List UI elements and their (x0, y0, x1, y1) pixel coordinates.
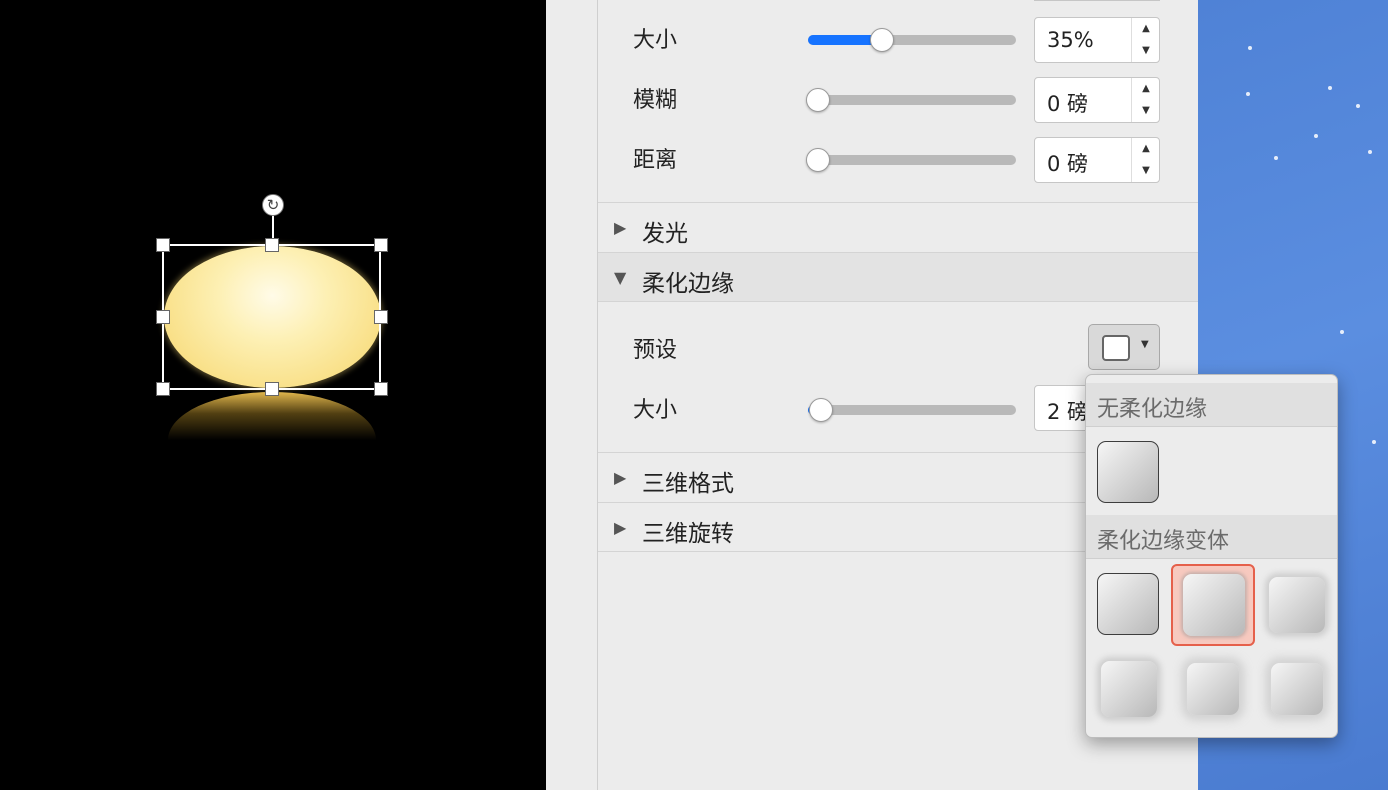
resize-handle-top-right[interactable] (374, 238, 388, 252)
shadow-distance-label: 距离 (633, 148, 678, 173)
preset-variation-2-selected[interactable] (1171, 564, 1255, 646)
section-3d-rotation-label: 三维旋转 (642, 521, 734, 547)
soft-edges-popup: 无柔化边缘 柔化边缘变体 (1085, 374, 1338, 738)
preset-variation-2[interactable] (1183, 574, 1245, 636)
shape-reflection (168, 392, 376, 440)
shadow-blur-slider-knob[interactable] (806, 88, 830, 112)
section-soft-edges-label: 柔化边缘 (642, 271, 734, 297)
slide-canvas[interactable]: ↻ (0, 0, 546, 790)
section-glow-label: 发光 (642, 221, 688, 247)
soft-edges-size-slider-knob[interactable] (809, 398, 833, 422)
shadow-size-slider-knob[interactable] (870, 28, 894, 52)
shadow-blur-slider[interactable] (806, 88, 1016, 112)
chevron-down-icon: ▼ (1141, 339, 1149, 350)
popup-header-variations: 柔化边缘变体 (1086, 515, 1337, 559)
inspector-rail (546, 0, 598, 790)
decrement-arrow-icon[interactable]: ▼ (1132, 160, 1160, 182)
shadow-size-value[interactable]: 35% (1047, 28, 1094, 52)
preset-variation-6[interactable] (1271, 663, 1323, 715)
soft-edges-size-value[interactable]: 2 磅 (1047, 396, 1088, 426)
shadow-distance-slider-knob[interactable] (806, 148, 830, 172)
rotate-icon[interactable]: ↻ (262, 194, 284, 216)
resize-handle-right[interactable] (374, 310, 388, 324)
soft-edges-size-label: 大小 (633, 398, 678, 423)
increment-arrow-icon[interactable]: ▲ (1132, 138, 1160, 160)
soft-edges-preset-button[interactable]: ▼ (1088, 324, 1160, 370)
shadow-blur-label: 模糊 (633, 88, 678, 113)
soft-edges-size-slider[interactable] (808, 398, 1016, 422)
section-3d-format-label: 三维格式 (642, 471, 734, 497)
shadow-distance-stepper-arrows[interactable]: ▲ ▼ (1131, 138, 1159, 182)
preset-no-soft-edges[interactable] (1097, 441, 1159, 503)
stepper-cutoff (1034, 0, 1160, 1)
resize-handle-left[interactable] (156, 310, 170, 324)
shadow-distance-slider[interactable] (806, 148, 1016, 172)
shadow-distance-stepper[interactable]: 0 磅 ▲ ▼ (1034, 137, 1160, 183)
shadow-blur-stepper-arrows[interactable]: ▲ ▼ (1131, 78, 1159, 122)
shadow-size-slider[interactable] (808, 28, 1016, 52)
disclosure-right-icon[interactable]: ▶ (614, 518, 626, 537)
preset-variation-4[interactable] (1101, 661, 1157, 717)
popup-header-no-soft-edges: 无柔化边缘 (1086, 383, 1337, 427)
resize-handle-top[interactable] (265, 238, 279, 252)
shadow-size-label: 大小 (633, 28, 678, 53)
disclosure-right-icon[interactable]: ▶ (614, 468, 626, 487)
increment-arrow-icon[interactable]: ▲ (1132, 18, 1160, 40)
shadow-distance-value[interactable]: 0 磅 (1047, 148, 1088, 178)
increment-arrow-icon[interactable]: ▲ (1132, 78, 1160, 100)
resize-handle-bottom[interactable] (265, 382, 279, 396)
preset-label: 预设 (633, 338, 678, 363)
preset-variation-5[interactable] (1187, 663, 1239, 715)
preset-variation-1[interactable] (1097, 573, 1159, 635)
disclosure-right-icon[interactable]: ▶ (614, 218, 626, 237)
selection-box (162, 244, 381, 390)
preset-swatch-icon (1102, 335, 1130, 361)
resize-handle-top-left[interactable] (156, 238, 170, 252)
decrement-arrow-icon[interactable]: ▼ (1132, 40, 1160, 62)
resize-handle-bottom-right[interactable] (374, 382, 388, 396)
resize-handle-bottom-left[interactable] (156, 382, 170, 396)
disclosure-down-icon[interactable]: ▼ (614, 268, 626, 287)
decrement-arrow-icon[interactable]: ▼ (1132, 100, 1160, 122)
shadow-blur-stepper[interactable]: 0 磅 ▲ ▼ (1034, 77, 1160, 123)
preset-variation-3[interactable] (1269, 577, 1325, 633)
shadow-size-stepper-arrows[interactable]: ▲ ▼ (1131, 18, 1159, 62)
section-soft-edges[interactable]: ▼ 柔化边缘 (598, 252, 1198, 302)
shadow-size-stepper[interactable]: 35% ▲ ▼ (1034, 17, 1160, 63)
section-glow[interactable]: ▶ 发光 (598, 202, 1198, 252)
shadow-blur-value[interactable]: 0 磅 (1047, 88, 1088, 118)
